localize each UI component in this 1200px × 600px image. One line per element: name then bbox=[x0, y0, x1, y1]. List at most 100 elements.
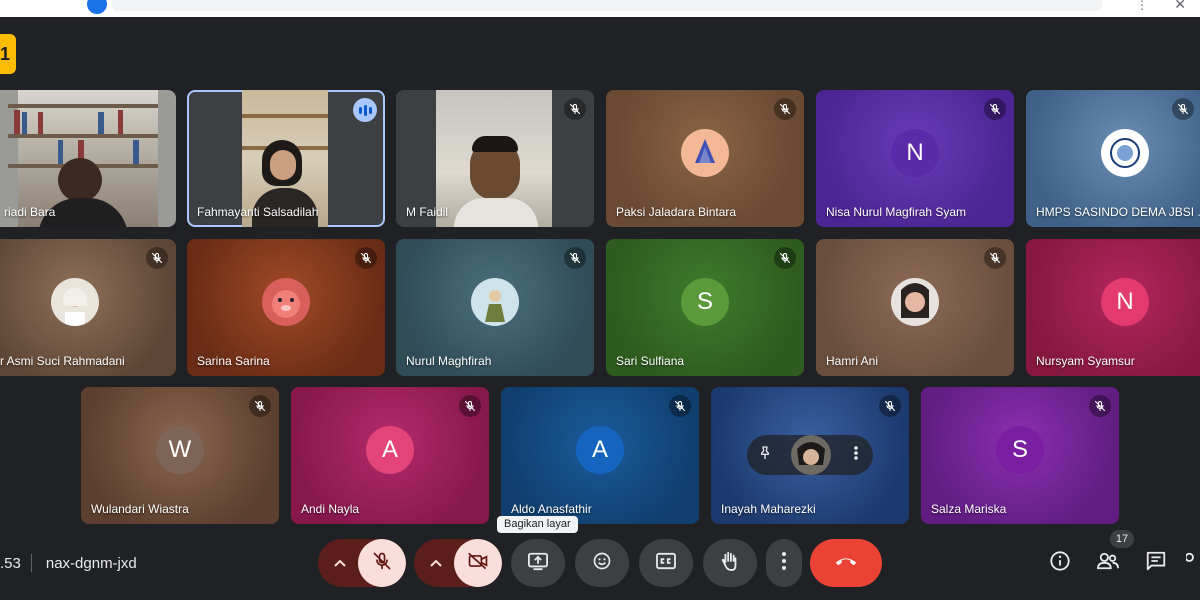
present-tooltip: Bagikan layar bbox=[497, 516, 578, 533]
tile-hover-controls bbox=[747, 435, 873, 475]
participant-tile[interactable]: M Faidil bbox=[396, 90, 594, 227]
end-call-button[interactable] bbox=[810, 539, 882, 587]
more-options-icon bbox=[781, 551, 787, 576]
video-feed bbox=[436, 90, 552, 227]
mic-off-icon bbox=[669, 395, 691, 417]
address-bar[interactable] bbox=[112, 0, 1102, 11]
participant-name: Nurul Maghfirah bbox=[406, 354, 492, 368]
activities-button[interactable] bbox=[1186, 548, 1200, 578]
participant-name: Aldo Anasfathir bbox=[511, 502, 592, 516]
avatar bbox=[891, 278, 939, 327]
avatar: A bbox=[576, 426, 624, 475]
camera-toggle-button[interactable] bbox=[454, 539, 502, 587]
mic-control-group bbox=[318, 539, 406, 587]
captions-button[interactable] bbox=[639, 539, 693, 587]
participant-tile-active-speaker[interactable]: Fahmayanti Salsadilah bbox=[187, 90, 385, 227]
avatar bbox=[681, 129, 729, 178]
participant-name: Nursyam Syamsur bbox=[1036, 354, 1135, 368]
participant-tile[interactable]: riadi Bara bbox=[0, 90, 176, 227]
mic-off-icon bbox=[774, 98, 796, 120]
mic-off-icon bbox=[355, 247, 377, 269]
mic-off-icon bbox=[1089, 395, 1111, 417]
avatar: N bbox=[891, 129, 939, 178]
participant-name: M Faidil bbox=[406, 205, 449, 219]
reactions-button[interactable] bbox=[575, 539, 629, 587]
present-screen-icon bbox=[527, 551, 549, 576]
participant-name: Nisa Nurul Magfirah Syam bbox=[826, 205, 967, 219]
avatar: W bbox=[156, 426, 204, 475]
video-settings-chevron-icon[interactable] bbox=[414, 539, 458, 587]
more-options-icon[interactable] bbox=[849, 445, 863, 466]
participant-name: Inayah Maharezki bbox=[721, 502, 816, 516]
participant-name: riadi Bara bbox=[4, 205, 56, 219]
participant-name: Paksi Jaladara Bintara bbox=[616, 205, 737, 219]
participant-tile[interactable]: S Salza Mariska bbox=[921, 387, 1119, 524]
host-indicator[interactable]: 1 bbox=[0, 34, 16, 74]
chat-button[interactable] bbox=[1141, 548, 1171, 578]
info-icon bbox=[1049, 550, 1071, 577]
participant-tile[interactable]: A Andi Nayla bbox=[291, 387, 489, 524]
shapes-icon bbox=[1186, 550, 1200, 577]
participant-tile[interactable]: Hamri Ani bbox=[816, 239, 1014, 376]
more-options-button[interactable] bbox=[766, 539, 802, 587]
present-screen-button[interactable] bbox=[511, 539, 565, 587]
avatar: A bbox=[366, 426, 414, 475]
participant-tile[interactable]: W Wulandari Wiastra bbox=[81, 387, 279, 524]
participant-name: Sari Sulfiana bbox=[616, 354, 685, 368]
mic-toggle-button[interactable] bbox=[358, 539, 406, 587]
avatar bbox=[471, 278, 519, 327]
avatar: N bbox=[1101, 278, 1149, 327]
raise-hand-icon bbox=[720, 550, 740, 577]
mic-off-icon bbox=[146, 247, 168, 269]
end-call-icon bbox=[834, 554, 858, 572]
participant-name: Wulandari Wiastra bbox=[91, 502, 189, 516]
participant-tile[interactable]: S Sari Sulfiana bbox=[606, 239, 804, 376]
camera-control-group bbox=[414, 539, 502, 587]
divider bbox=[30, 554, 32, 572]
mic-off-icon bbox=[879, 395, 901, 417]
browser-toolbar: ⋮ ✕ bbox=[0, 0, 1200, 17]
participant-tile[interactable]: A Aldo Anasfathir bbox=[501, 387, 699, 524]
participant-name: r Asmi Suci Rahmadani bbox=[0, 354, 125, 368]
mic-off-icon bbox=[459, 395, 481, 417]
mic-off-icon bbox=[564, 247, 586, 269]
avatar bbox=[262, 278, 310, 327]
clock-time: .53 bbox=[0, 554, 21, 572]
avatar: S bbox=[681, 278, 729, 327]
emoji-icon bbox=[592, 551, 612, 576]
captions-icon bbox=[655, 552, 677, 575]
account-icon[interactable] bbox=[87, 0, 107, 14]
people-button[interactable] bbox=[1093, 548, 1123, 578]
camera-off-icon bbox=[467, 551, 489, 576]
mic-off-icon bbox=[774, 247, 796, 269]
participant-tile[interactable]: HMPS SASINDO DEMA JBSI ... bbox=[1026, 90, 1200, 227]
mic-off-icon bbox=[564, 98, 586, 120]
participant-name: Sarina Sarina bbox=[197, 354, 270, 368]
participant-tile[interactable]: Sarina Sarina bbox=[187, 239, 385, 376]
participant-name: HMPS SASINDO DEMA JBSI ... bbox=[1036, 205, 1200, 219]
participant-tile[interactable]: N Nisa Nurul Magfirah Syam bbox=[816, 90, 1014, 227]
participant-tile[interactable]: Inayah Maharezki bbox=[711, 387, 909, 524]
avatar-thumbnail bbox=[791, 435, 831, 475]
chat-icon bbox=[1145, 550, 1167, 577]
participant-name: Andi Nayla bbox=[301, 502, 360, 516]
participant-name: Hamri Ani bbox=[826, 354, 879, 368]
participant-name: Salza Mariska bbox=[931, 502, 1007, 516]
mic-off-icon bbox=[372, 551, 392, 576]
speaking-indicator-icon bbox=[353, 98, 377, 122]
meeting-code: nax-dgnm-jxd bbox=[45, 554, 137, 572]
participant-tile[interactable]: Nurul Maghfirah bbox=[396, 239, 594, 376]
raise-hand-button[interactable] bbox=[703, 539, 757, 587]
participant-tile[interactable]: Paksi Jaladara Bintara bbox=[606, 90, 804, 227]
participant-name: Fahmayanti Salsadilah bbox=[197, 205, 319, 219]
close-icon[interactable]: ✕ bbox=[1174, 0, 1186, 13]
browser-menu-icon[interactable]: ⋮ bbox=[1136, 0, 1148, 12]
participant-count-badge: 17 bbox=[1110, 530, 1134, 548]
participant-tile[interactable]: r Asmi Suci Rahmadani bbox=[0, 239, 176, 376]
audio-settings-chevron-icon[interactable] bbox=[318, 539, 362, 587]
meeting-details-button[interactable] bbox=[1045, 548, 1075, 578]
avatar: S bbox=[996, 426, 1044, 475]
pin-icon[interactable] bbox=[757, 445, 773, 466]
meeting-details: .53 nax-dgnm-jxd bbox=[0, 553, 137, 573]
participant-tile[interactable]: N Nursyam Syamsur bbox=[1026, 239, 1200, 376]
